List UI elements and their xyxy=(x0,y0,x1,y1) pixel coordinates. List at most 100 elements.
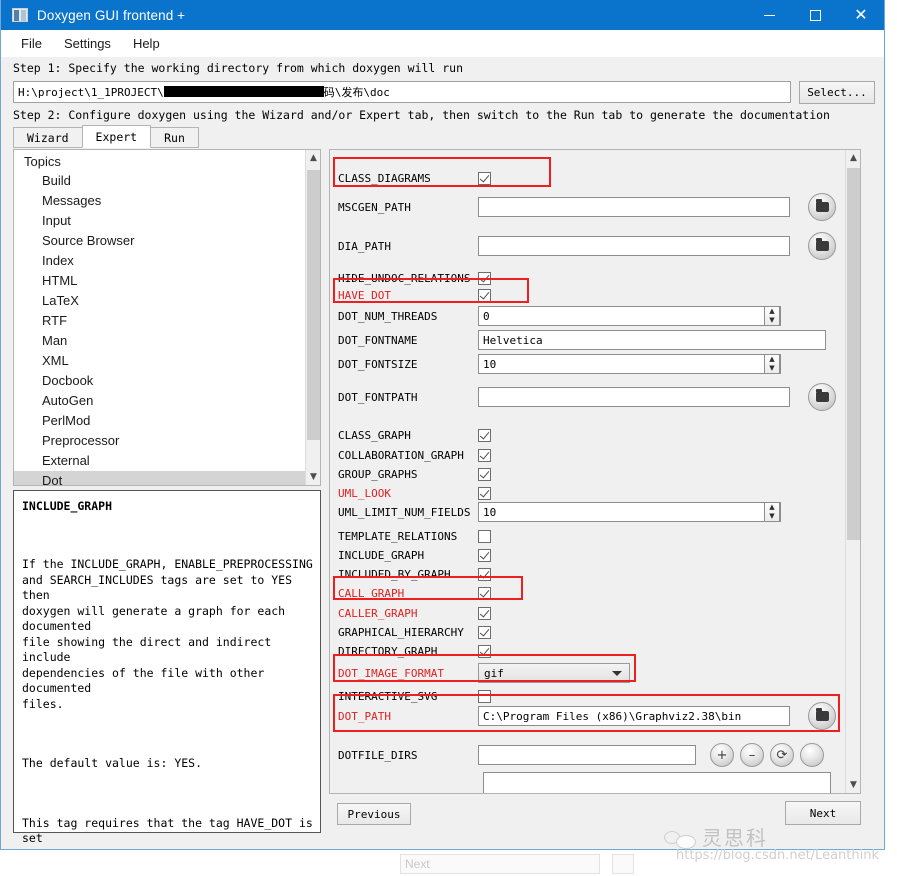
setting-checkbox[interactable] xyxy=(478,548,491,562)
spinner-down-icon[interactable]: ▼ xyxy=(765,512,779,521)
setting-label: TEMPLATE_RELATIONS xyxy=(338,529,458,543)
setting-list-input[interactable] xyxy=(478,745,696,765)
browse-folder-button[interactable] xyxy=(808,702,836,730)
browse-folder-button[interactable] xyxy=(808,383,836,411)
previous-button[interactable]: Previous xyxy=(337,803,411,825)
topics-scroll-up-icon[interactable]: ▲ xyxy=(306,150,320,166)
setting-checkbox[interactable] xyxy=(478,171,491,185)
setting-spinbox[interactable]: 10 ▲ ▼ xyxy=(478,502,781,522)
menu-item-help[interactable]: Help xyxy=(123,33,170,54)
topic-item[interactable]: Source Browser xyxy=(14,231,320,251)
watermark-bubbles-icon xyxy=(664,827,700,849)
setting-text-input[interactable] xyxy=(478,236,790,256)
browse-folder-button[interactable] xyxy=(800,743,824,767)
settings-scroll-up-icon[interactable]: ▲ xyxy=(846,150,860,166)
close-button[interactable]: ✕ xyxy=(838,0,884,30)
remove-item-button[interactable]: – xyxy=(740,743,764,767)
topic-item[interactable]: Build xyxy=(14,171,320,191)
spinbox-arrows[interactable]: ▲ ▼ xyxy=(764,306,780,326)
help-title: INCLUDE_GRAPH xyxy=(22,499,113,513)
settings-scroll-down-icon[interactable]: ▼ xyxy=(846,777,860,793)
setting-row: CLASS_DIAGRAMS xyxy=(338,167,491,189)
setting-row: DIRECTORY_GRAPH xyxy=(338,640,491,662)
topic-item[interactable]: Preprocessor xyxy=(14,431,320,451)
add-item-button[interactable]: + xyxy=(710,743,734,767)
topic-item[interactable]: Man xyxy=(14,331,320,351)
setting-checkbox[interactable] xyxy=(478,448,491,462)
setting-checkbox[interactable] xyxy=(478,644,491,658)
working-directory-input[interactable]: H:\project\1_1PROJECT\ 码\发布\doc xyxy=(13,81,791,103)
tab-expert[interactable]: Expert xyxy=(81,125,152,148)
spinbox-arrows[interactable]: ▲ ▼ xyxy=(764,502,780,522)
topics-scroll-thumb[interactable] xyxy=(307,170,320,440)
topic-item[interactable]: RTF xyxy=(14,311,320,331)
folder-icon xyxy=(815,389,829,402)
topic-item[interactable]: Index xyxy=(14,251,320,271)
setting-spinbox[interactable]: 0 ▲ ▼ xyxy=(478,306,781,326)
setting-label: DOT_FONTSIZE xyxy=(338,357,418,371)
topics-scroll-down-icon[interactable]: ▼ xyxy=(306,469,320,485)
setting-text-input[interactable]: Helvetica xyxy=(478,330,826,350)
setting-checkbox[interactable] xyxy=(478,428,491,442)
settings-scroll-thumb[interactable] xyxy=(847,168,860,540)
setting-checkbox[interactable] xyxy=(478,271,491,285)
setting-text-input[interactable]: C:\Program Files (x86)\Graphviz2.38\bin xyxy=(478,706,790,726)
spinner-down-icon[interactable]: ▼ xyxy=(765,364,779,373)
help-panel: INCLUDE_GRAPH If the INCLUDE_GRAPH, ENAB… xyxy=(13,490,321,849)
minimize-button[interactable] xyxy=(746,0,792,30)
tab-wizard[interactable]: Wizard xyxy=(13,127,83,148)
topic-item[interactable]: XML xyxy=(14,351,320,371)
topic-item[interactable]: Docbook xyxy=(14,371,320,391)
spinbox-arrows[interactable]: ▲ ▼ xyxy=(764,354,780,374)
topic-item[interactable]: LaTeX xyxy=(14,291,320,311)
topic-item[interactable]: PerlMod xyxy=(14,411,320,431)
topic-item[interactable]: Dot xyxy=(14,471,306,485)
step2-label: Step 2: Configure doxygen using the Wiza… xyxy=(13,108,830,122)
spinner-up-icon[interactable]: ▲ xyxy=(765,355,779,364)
settings-scrollbar[interactable]: ▲ ▼ xyxy=(845,150,860,793)
select-directory-button[interactable]: Select... xyxy=(799,81,875,104)
setting-label: DOT_IMAGE_FORMAT xyxy=(338,666,444,680)
setting-checkbox[interactable] xyxy=(478,689,491,703)
browse-folder-button[interactable] xyxy=(808,193,836,221)
topic-item[interactable]: Input xyxy=(14,211,320,231)
setting-label: MSCGEN_PATH xyxy=(338,200,411,214)
spinner-down-icon[interactable]: ▼ xyxy=(765,316,779,325)
refresh-item-button[interactable]: ⟳ xyxy=(770,743,794,767)
setting-row: INTERACTIVE_SVG xyxy=(338,685,491,707)
mode-tabs: Wizard Expert Run xyxy=(13,125,199,148)
setting-text-input[interactable] xyxy=(478,387,790,407)
next-button[interactable]: Next xyxy=(785,801,861,825)
setting-row: DOT_FONTNAME Helvetica xyxy=(338,329,826,351)
setting-spinbox[interactable]: 10 ▲ ▼ xyxy=(478,354,781,374)
setting-combobox[interactable]: gif xyxy=(478,663,630,683)
setting-checkbox[interactable] xyxy=(478,606,491,620)
spinbox-value: 10 xyxy=(483,357,497,371)
topic-item[interactable]: AutoGen xyxy=(14,391,320,411)
menu-item-file[interactable]: File xyxy=(11,33,52,54)
tab-run[interactable]: Run xyxy=(150,127,199,148)
setting-label: HAVE_DOT xyxy=(338,288,391,302)
setting-checkbox[interactable] xyxy=(478,625,491,639)
spinner-up-icon[interactable]: ▲ xyxy=(765,307,779,316)
maximize-button[interactable] xyxy=(792,0,838,30)
setting-checkbox[interactable] xyxy=(478,567,491,581)
setting-checkbox[interactable] xyxy=(478,529,491,543)
setting-label: COLLABORATION_GRAPH xyxy=(338,448,464,462)
menu-item-settings[interactable]: Settings xyxy=(54,33,121,54)
setting-checkbox[interactable] xyxy=(478,586,491,600)
topic-item[interactable]: External xyxy=(14,451,320,471)
folder-icon xyxy=(815,238,829,251)
setting-text-input[interactable] xyxy=(478,197,790,217)
setting-checkbox[interactable] xyxy=(478,486,491,500)
setting-checkbox[interactable] xyxy=(478,467,491,481)
topics-scrollbar[interactable]: ▲ ▼ xyxy=(305,150,320,485)
setting-checkbox[interactable] xyxy=(478,288,491,302)
folder-icon xyxy=(807,751,818,759)
dotfile-dirs-listbox[interactable] xyxy=(483,772,831,793)
browse-folder-button[interactable] xyxy=(808,232,836,260)
spinner-up-icon[interactable]: ▲ xyxy=(765,503,779,512)
setting-row: CLASS_GRAPH xyxy=(338,424,491,446)
topic-item[interactable]: Messages xyxy=(14,191,320,211)
topic-item[interactable]: HTML xyxy=(14,271,320,291)
